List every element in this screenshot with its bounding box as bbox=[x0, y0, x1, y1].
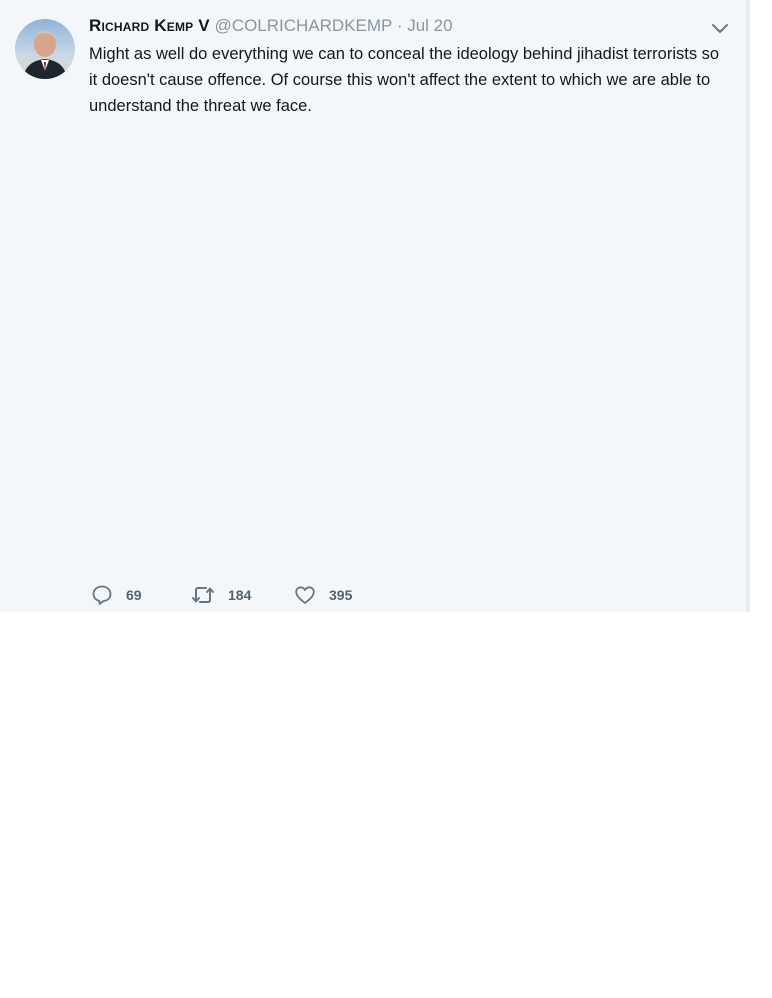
retweet-icon bbox=[191, 584, 215, 606]
reply-count: 69 bbox=[126, 587, 142, 603]
reply-button[interactable]: 69 bbox=[91, 584, 191, 606]
tweet-header: Richard Kemp V @COLRICHARDKEMP · Jul 20 bbox=[89, 16, 453, 36]
profile-photo-icon bbox=[15, 19, 75, 79]
reply-icon bbox=[91, 584, 113, 606]
like-count: 395 bbox=[329, 587, 353, 603]
screen-name[interactable]: @COLRICHARDKEMP bbox=[215, 16, 393, 35]
like-button[interactable]: 395 bbox=[294, 584, 374, 606]
retweet-count: 184 bbox=[228, 587, 252, 603]
tweet-text: Might as well do everything we can to co… bbox=[89, 45, 720, 115]
separator-dot: · bbox=[396, 16, 403, 35]
heart-icon bbox=[294, 584, 316, 606]
tweet-card[interactable]: Richard Kemp V @COLRICHARDKEMP · Jul 20 … bbox=[0, 0, 750, 612]
tweet-actions: 69 184 395 bbox=[91, 583, 374, 607]
chevron-down-icon[interactable] bbox=[711, 22, 729, 36]
avatar[interactable] bbox=[15, 19, 75, 79]
tweet-date[interactable]: Jul 20 bbox=[407, 16, 452, 35]
retweet-button[interactable]: 184 bbox=[191, 584, 294, 606]
display-name[interactable]: Richard Kemp V bbox=[89, 16, 210, 35]
